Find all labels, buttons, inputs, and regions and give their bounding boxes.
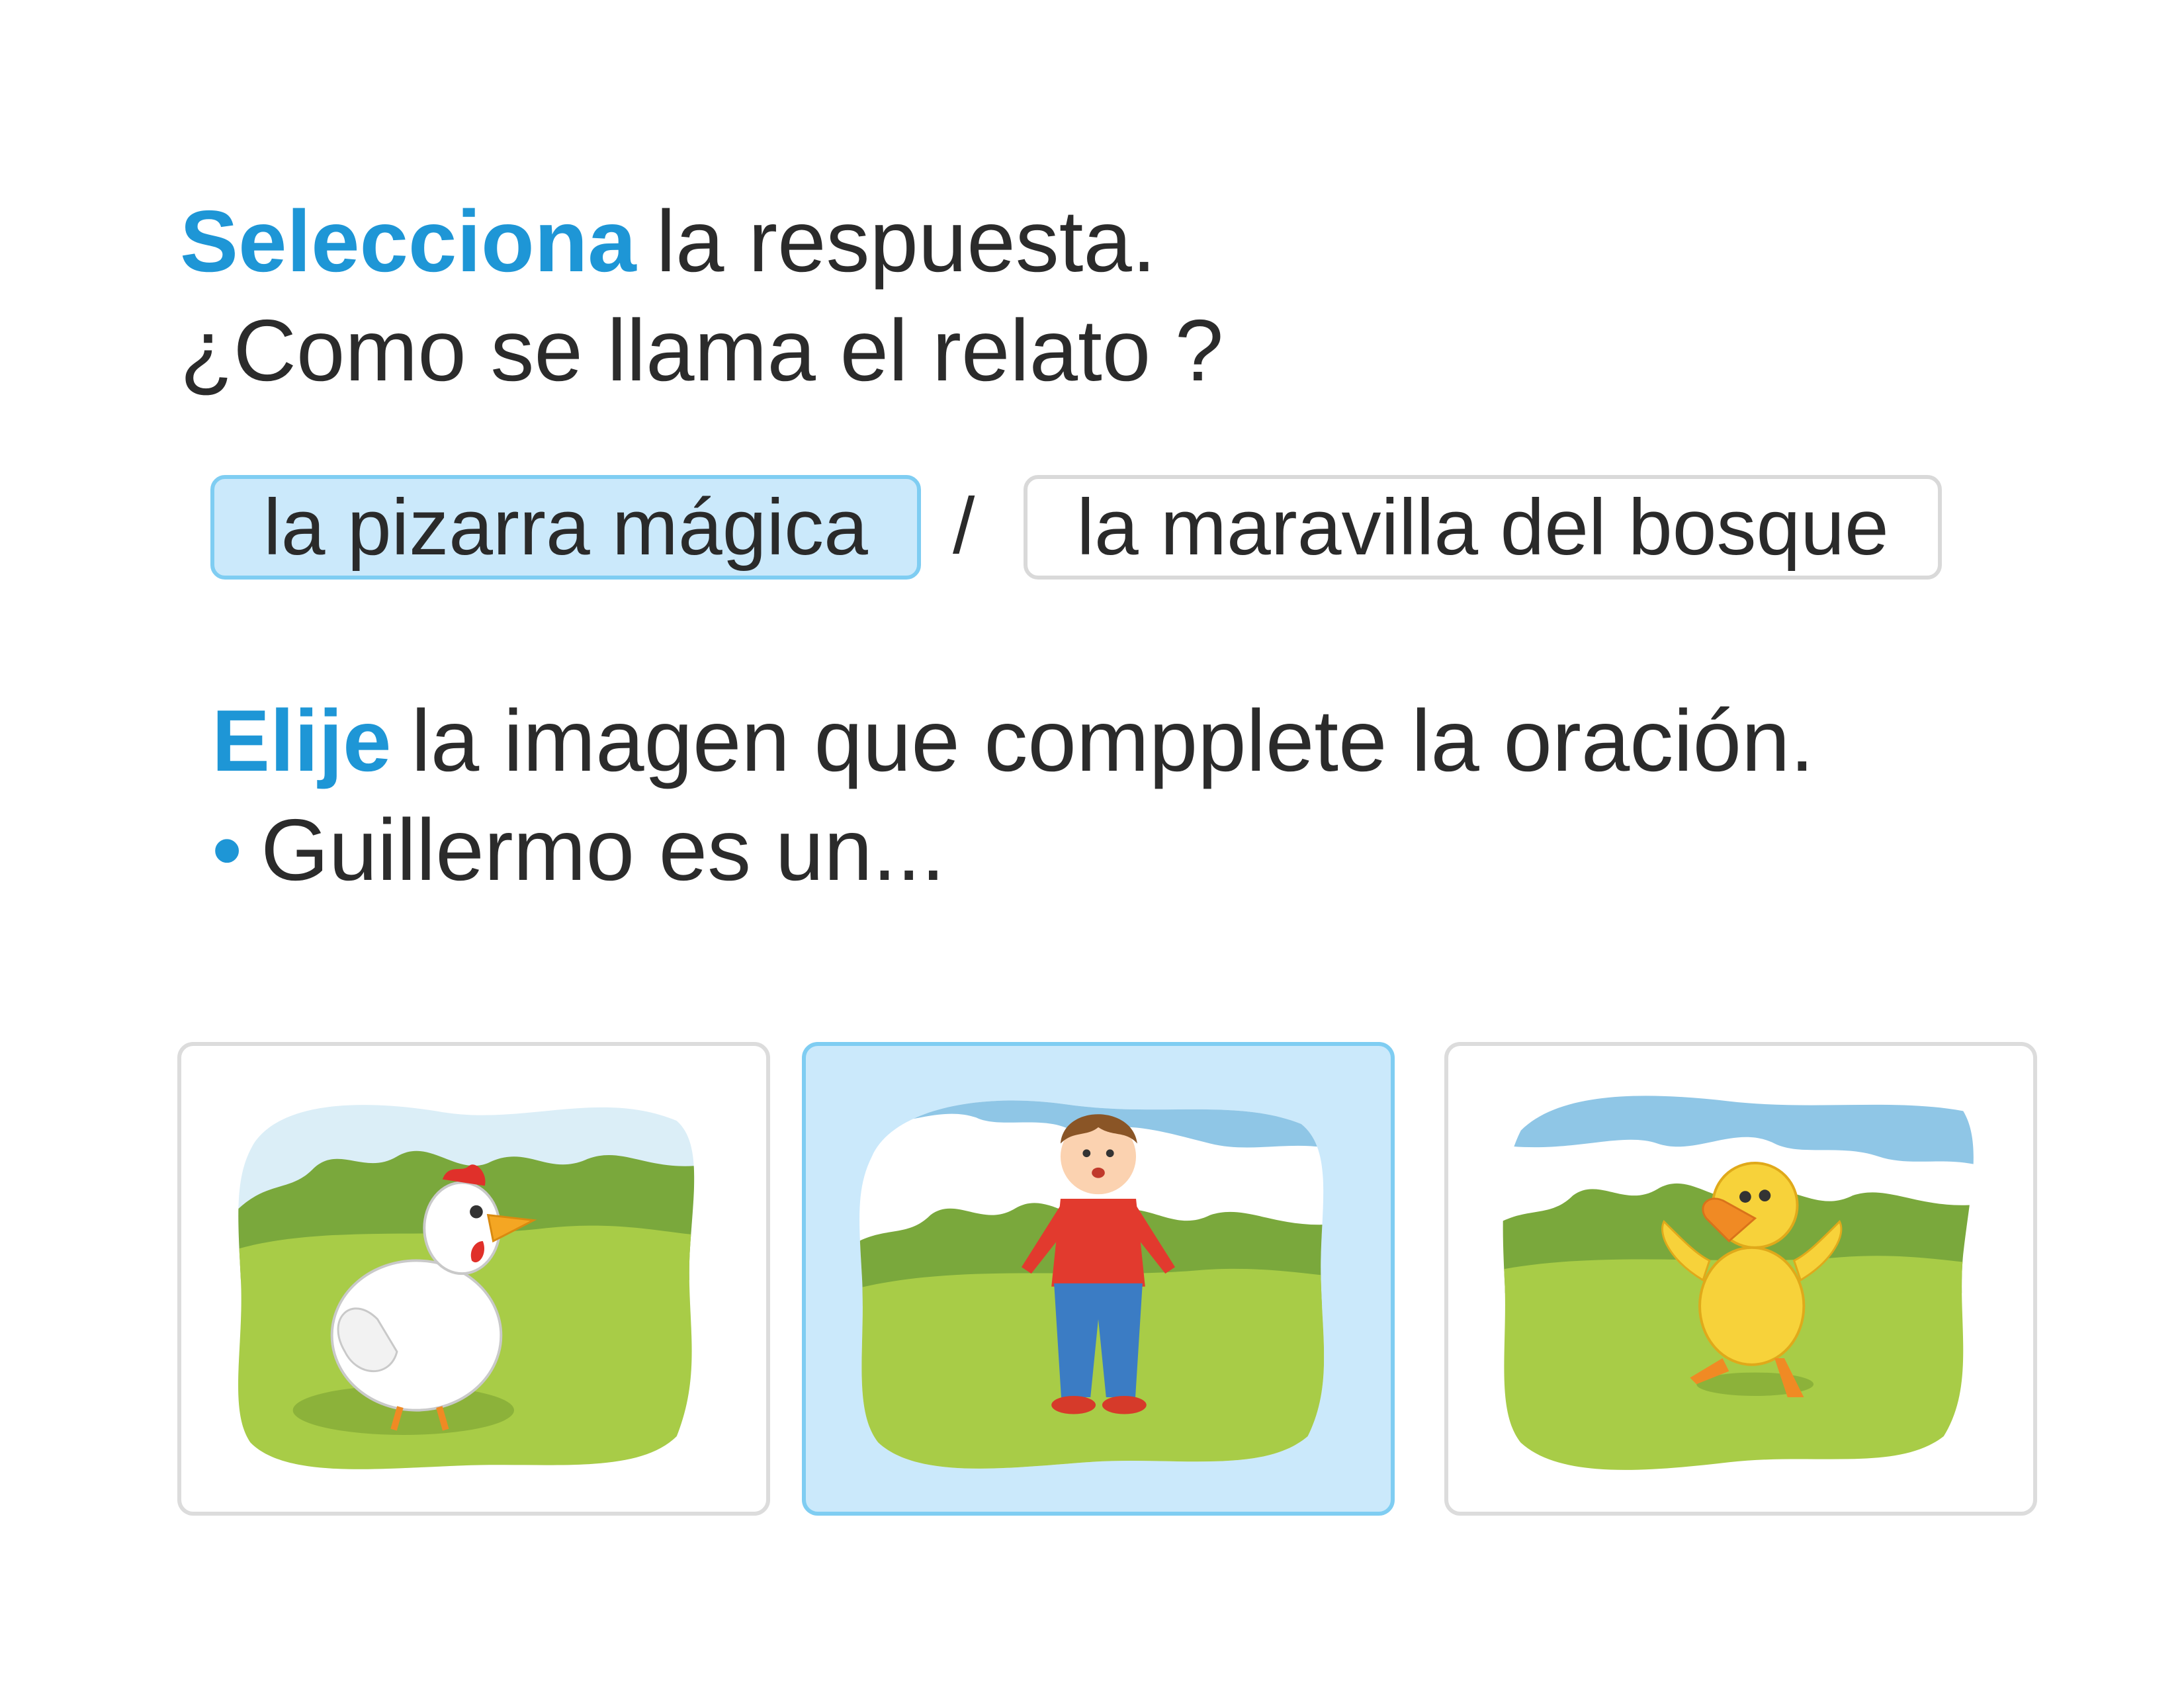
image-card-boy[interactable] bbox=[802, 1042, 1395, 1516]
instruction-2-verb: Elije bbox=[212, 692, 392, 789]
question-2-sentence-line: • Guillermo es un... bbox=[212, 800, 945, 900]
question-2-sentence: Guillermo es un... bbox=[261, 801, 945, 898]
instruction-2-text: la imagen que compplete la oración. bbox=[411, 692, 1815, 789]
answer-option-maravilla-bosque[interactable]: la maravilla del bosque bbox=[1024, 475, 1942, 580]
instruction-1: Selecciona la respuesta. bbox=[180, 192, 1157, 291]
image-card-duckling[interactable] bbox=[1444, 1042, 2037, 1516]
boy-image bbox=[859, 1100, 1325, 1469]
answer-option-label: la pizarra mágica bbox=[263, 483, 868, 572]
duckling-image bbox=[1503, 1096, 1974, 1470]
instruction-2: Elije la imagen que compplete la oración. bbox=[212, 691, 1814, 791]
answer-option-label: la maravilla del bosque bbox=[1076, 483, 1889, 572]
instruction-1-text: la respuesta. bbox=[656, 193, 1157, 290]
image-card-hen[interactable] bbox=[177, 1042, 770, 1516]
bullet-icon: • bbox=[212, 801, 243, 898]
answer-option-pizarra-magica[interactable]: la pizarra mágica bbox=[210, 475, 921, 580]
options-separator: / bbox=[953, 482, 975, 570]
hen-image bbox=[238, 1105, 695, 1469]
question-1-prompt: ¿Como se llama el relato ? bbox=[180, 302, 1224, 399]
instruction-1-verb: Selecciona bbox=[180, 193, 636, 290]
